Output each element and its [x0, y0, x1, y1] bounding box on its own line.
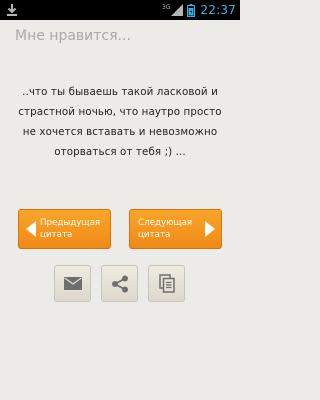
mail-icon — [63, 277, 82, 290]
quote-line: не хочется вставать и невозможно — [22, 126, 218, 138]
status-bar: 3G 22:37 — [0, 0, 240, 20]
network-type-label: 3G — [161, 3, 171, 11]
battery-icon — [187, 3, 196, 17]
copy-icon — [158, 274, 175, 293]
previous-quote-button[interactable]: Предыдущая цитата — [18, 209, 111, 249]
previous-quote-label-line2: цитата — [40, 230, 73, 240]
previous-quote-label-line1: Предыдущая — [40, 218, 101, 228]
arrow-left-icon — [26, 221, 36, 237]
next-quote-label-line1: Следующая — [138, 218, 193, 228]
email-button[interactable] — [54, 265, 91, 302]
share-icon — [111, 275, 128, 292]
previous-quote-label: Предыдущая цитата — [40, 217, 110, 241]
arrow-right-icon — [205, 221, 215, 237]
next-quote-label-line2: цитата — [138, 230, 171, 240]
page-title: Мне нравится... — [15, 28, 131, 44]
share-button[interactable] — [101, 265, 138, 302]
quote-line: оторваться от тебя ;) ... — [54, 146, 186, 158]
signal-icon — [171, 4, 184, 16]
quote-line: ..что ты бываешь такой ласковой и — [22, 86, 218, 98]
next-quote-label: Следующая цитата — [138, 217, 202, 241]
next-quote-button[interactable]: Следующая цитата — [129, 209, 222, 249]
status-indicators: 3G 22:37 — [162, 0, 236, 20]
quote-line: страстной ночью, что наутро просто — [18, 106, 222, 118]
status-time: 22:37 — [200, 3, 236, 17]
copy-button[interactable] — [148, 265, 185, 302]
quote-text: ..что ты бываешь такой ласковой и страст… — [2, 82, 238, 162]
download-icon — [7, 4, 17, 16]
